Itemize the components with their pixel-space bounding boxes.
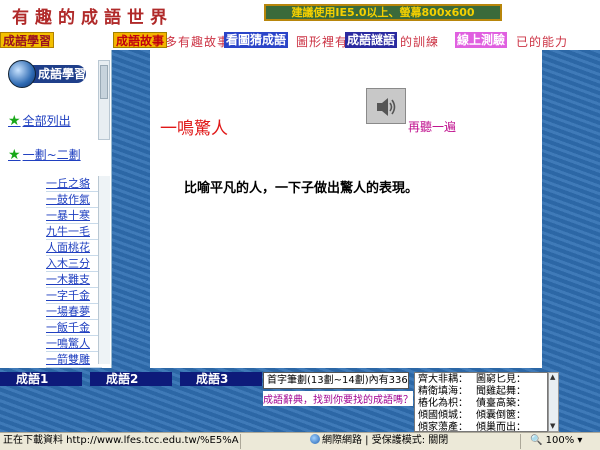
idiom-link[interactable]: 一字千金: [46, 288, 102, 304]
status-text: 正在下載資料 http://www.lfes.tcc.edu.tw/%E5%A: [3, 435, 239, 446]
marquee-text-2: 圖形裡有: [296, 35, 349, 49]
replay-link[interactable]: 再聽一遍: [408, 118, 456, 135]
browser-status-bar: 正在下載資料 http://www.lfes.tcc.edu.tw/%E5%A …: [0, 432, 600, 450]
idiom-meaning: 比喻平凡的人，一下子做出驚人的表現。: [184, 181, 419, 196]
menu-bar: 看有很多有趣故事 圖形裡有 的訓練 已的能力 成語學習 成語故事 看圖猜成語 成…: [0, 30, 600, 50]
idiom-link[interactable]: 一飯千金: [46, 320, 102, 336]
idiom-title: 一鳴驚人: [160, 119, 228, 139]
idiom-learning-badge: 成語學習: [8, 60, 86, 88]
idiom-entry[interactable]: 傾囊倒篋：: [476, 410, 534, 422]
resolution-banner: 建議使用IE5.0以上、螢幕800x600: [264, 4, 502, 21]
category-all-link[interactable]: ★ 全部列出: [8, 112, 71, 129]
idiom-entry[interactable]: 傾家蕩產：: [418, 422, 476, 431]
idiom-link[interactable]: 一暴十寒: [46, 208, 102, 224]
idiom-entry[interactable]: 精衛填海：: [418, 386, 476, 398]
idiom-link[interactable]: 一鳴驚人: [46, 336, 102, 352]
idiom-entry[interactable]: 債臺高築：: [476, 398, 534, 410]
browser-page: 有趣的成語世界 建議使用IE5.0以上、螢幕800x600 看有很多有趣故事 圖…: [0, 0, 600, 450]
list-item: 精衛填海： 聞雞起舞：: [418, 386, 544, 398]
zoom-icon: 🔍: [530, 435, 546, 446]
idiom-pair-list: 齊大非耦： 圖窮匕見： 精衛填海： 聞雞起舞： 樁化為枳： 債臺高築： 傾國傾城： 傾囊…: [414, 372, 548, 432]
idiom-list-scrollbar[interactable]: ▲ ▼: [548, 372, 559, 432]
zoom-control[interactable]: 🔍 100% ▾: [530, 433, 582, 449]
idiom-link[interactable]: 一丘之貉: [46, 176, 102, 192]
idiom-entry[interactable]: 聞雞起舞：: [476, 386, 534, 398]
idiom-entry[interactable]: 傾國傾城：: [418, 410, 476, 422]
list-item: 齊大非耦： 圖窮匕見：: [418, 374, 544, 386]
bottom-bar: 成語1 成語2 成語3 首字筆劃(13劃~14劃)內有336句 成語辭典，找到你…: [0, 368, 600, 432]
idiom-link[interactable]: 一場春夢: [46, 304, 102, 320]
status-divider: [240, 434, 241, 449]
idiom-panel: 一鳴驚人 再聽一遍 比喻平凡的人，一下子做出驚人的表現。: [150, 50, 542, 368]
idiom-entry[interactable]: 圖窮匕見：: [476, 374, 534, 386]
idiom-link[interactable]: 九牛一毛: [46, 224, 102, 240]
scroll-thumb[interactable]: [100, 65, 108, 99]
security-zone[interactable]: 網際網路 | 受保護模式: 關閉: [310, 433, 448, 449]
idiom-link[interactable]: 入木三分: [46, 256, 102, 272]
category-strokes-link[interactable]: ★ 一劃~二劃: [8, 146, 81, 163]
content-frame: 一鳴驚人 再聽一遍 比喻平凡的人，一下子做出驚人的表現。: [112, 50, 600, 368]
sidebar-scrollbar[interactable]: [98, 60, 110, 140]
idiom-link[interactable]: 一木難支: [46, 272, 102, 288]
globe-orb-icon: [8, 60, 36, 88]
idiom-link[interactable]: 人面桃花: [46, 240, 102, 256]
tab-idiom-1[interactable]: 成語1: [0, 372, 82, 386]
sidebar: 成語學習 ★ 全部列出 ★ 一劃~二劃 一丘之貉 一鼓作氣 一暴十寒 九牛一毛 人面…: [0, 50, 112, 368]
chevron-down-icon: ▾: [574, 435, 583, 446]
green-star-icon: ★: [8, 113, 21, 129]
list-item: 傾國傾城： 傾囊倒篋：: [418, 410, 544, 422]
site-title: 有趣的成語世界: [12, 8, 173, 28]
menu-idiom-learning[interactable]: 成語學習: [0, 32, 55, 48]
list-item: 樁化為枳： 債臺高築：: [418, 398, 544, 410]
site-header: 有趣的成語世界 建議使用IE5.0以上、螢幕800x600: [0, 0, 600, 30]
menu-picture-guess[interactable]: 看圖猜成語: [224, 32, 289, 48]
marquee-text-3: 的訓練: [400, 35, 440, 49]
scroll-up-icon[interactable]: ▲: [550, 374, 557, 381]
idiom-list: 一丘之貉 一鼓作氣 一暴十寒 九牛一毛 人面桃花 入木三分 一木難支 一字千金 …: [46, 176, 102, 368]
zone-label: 網際網路 | 受保護模式: 關閉: [322, 435, 449, 446]
menu-idiom-riddles[interactable]: 成語謎語: [345, 32, 398, 48]
list-item: 傾家蕩產： 傾巢而出：: [418, 422, 544, 431]
speaker-icon: [377, 98, 396, 116]
globe-icon: [310, 434, 320, 444]
category-all-label: 全部列出: [22, 114, 71, 128]
idiom-entry[interactable]: 齊大非耦：: [418, 374, 476, 386]
zoom-level: 100%: [545, 435, 575, 446]
marquee-text-4: 已的能力: [516, 35, 569, 49]
green-star-icon: ★: [8, 147, 21, 163]
status-divider: [520, 434, 521, 449]
idiom-list-scrollbar[interactable]: [98, 176, 110, 364]
tab-idiom-3[interactable]: 成語3: [180, 372, 262, 386]
idiom-link[interactable]: 一鼓作氣: [46, 192, 102, 208]
menu-online-quiz[interactable]: 線上測驗: [455, 32, 508, 48]
idiom-link[interactable]: 一箭雙雕: [46, 352, 102, 368]
tab-idiom-2[interactable]: 成語2: [90, 372, 172, 386]
menu-idiom-stories[interactable]: 成語故事: [113, 32, 168, 48]
idiom-entry[interactable]: 樁化為枳：: [418, 398, 476, 410]
dictionary-link[interactable]: 成語辭典，找到你要找的成語嗎？: [263, 391, 413, 406]
play-audio-button[interactable]: [366, 88, 406, 124]
stroke-info-box: 首字筆劃(13劃~14劃)內有336句: [263, 372, 409, 389]
idiom-entry[interactable]: 傾巢而出：: [476, 422, 534, 431]
category-strokes-label: 一劃~二劃: [22, 148, 81, 162]
scroll-down-icon[interactable]: ▼: [550, 423, 557, 430]
